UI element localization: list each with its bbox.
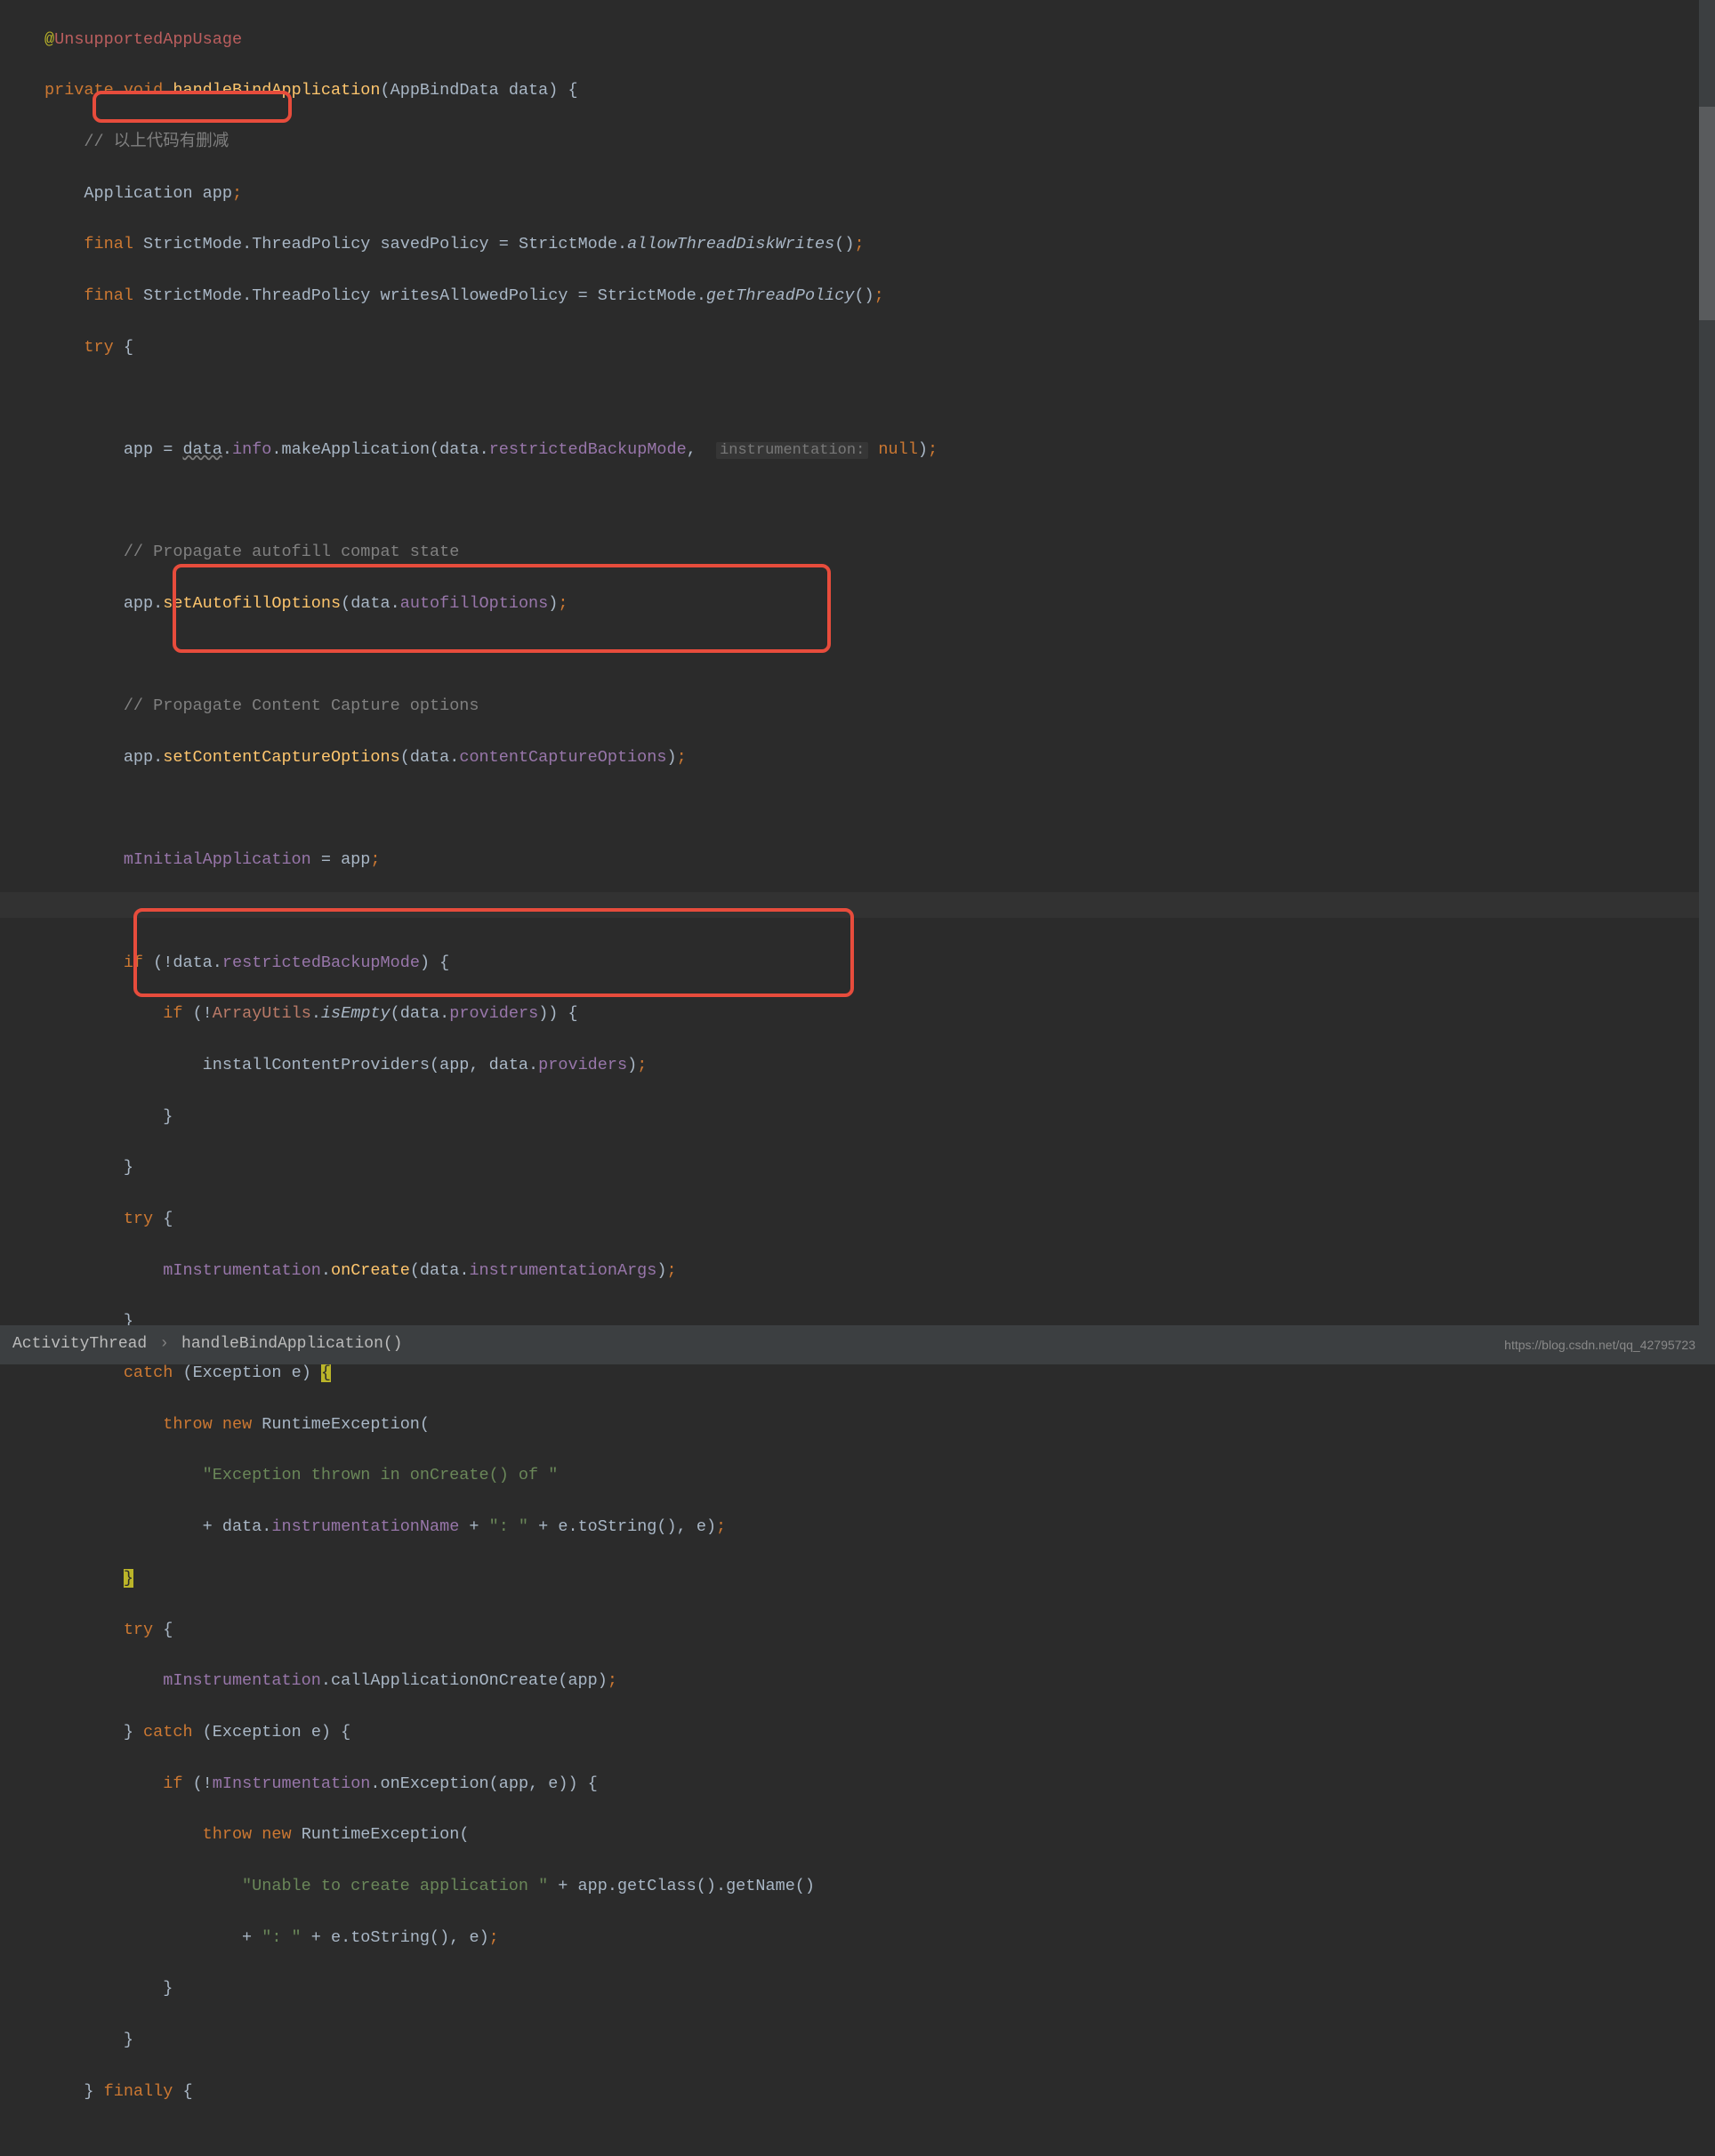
code-line <box>44 643 1715 669</box>
code-line: } catch (Exception e) { <box>44 1720 1715 1746</box>
code-line: try { <box>44 1618 1715 1644</box>
code-line: + ": " + e.toString(), e); <box>44 1926 1715 1951</box>
code-area[interactable]: @UnsupportedAppUsage private void handle… <box>9 0 1715 2156</box>
code-line: "Unable to create application " + app.ge… <box>44 1874 1715 1900</box>
code-line: // 以上代码有删减 <box>44 130 1715 156</box>
breadcrumb-separator: › <box>159 1332 169 1357</box>
code-line: app = data.info.makeApplication(data.res… <box>44 438 1715 463</box>
code-line: Application app; <box>44 181 1715 207</box>
code-line: // Propagate autofill compat state <box>44 540 1715 566</box>
annotation-name: UnsupportedAppUsage <box>54 30 242 49</box>
breadcrumb-file[interactable]: ActivityThread <box>12 1332 147 1357</box>
code-line <box>44 797 1715 823</box>
code-line: try { <box>44 335 1715 361</box>
code-line: } <box>44 2028 1715 2054</box>
code-line: + data.instrumentationName + ": " + e.to… <box>44 1515 1715 1541</box>
code-line: app.setAutofillOptions(data.autofillOpti… <box>44 591 1715 617</box>
code-line: @UnsupportedAppUsage <box>44 28 1715 53</box>
code-line: try { <box>44 1207 1715 1233</box>
vertical-scrollbar[interactable] <box>1699 0 1715 1325</box>
code-line: } <box>44 1105 1715 1130</box>
code-line <box>44 386 1715 412</box>
vertical-scrollbar-thumb[interactable] <box>1699 107 1715 320</box>
code-line: } <box>44 1155 1715 1181</box>
code-editor[interactable]: @UnsupportedAppUsage private void handle… <box>0 0 1715 2156</box>
code-line: final StrictMode.ThreadPolicy writesAllo… <box>44 284 1715 310</box>
breadcrumb[interactable]: ActivityThread › handleBindApplication()… <box>0 1325 1715 1364</box>
param-hint: instrumentation: <box>716 442 868 459</box>
code-line: if (!ArrayUtils.isEmpty(data.providers))… <box>44 1002 1715 1027</box>
code-line: private void handleBindApplication(AppBi… <box>44 78 1715 104</box>
code-line <box>44 899 1715 925</box>
code-line: mInstrumentation.callApplicationOnCreate… <box>44 1669 1715 1694</box>
code-line: throw new RuntimeException( <box>44 1822 1715 1848</box>
code-line: catch (Exception e) { <box>44 1361 1715 1387</box>
code-line: installContentProviders(app, data.provid… <box>44 1053 1715 1079</box>
code-line: } <box>44 1976 1715 2002</box>
code-line: "Exception thrown in onCreate() of " <box>44 1463 1715 1489</box>
code-line: } <box>44 1566 1715 1592</box>
code-line: throw new RuntimeException( <box>44 1412 1715 1438</box>
breadcrumb-method[interactable]: handleBindApplication() <box>181 1332 402 1357</box>
code-line: mInstrumentation.onCreate(data.instrumen… <box>44 1259 1715 1284</box>
annotation-at: @ <box>44 30 54 49</box>
code-line: } finally { <box>44 2080 1715 2105</box>
code-line: if (!data.restrictedBackupMode) { <box>44 951 1715 977</box>
code-line: app.setContentCaptureOptions(data.conten… <box>44 745 1715 771</box>
code-line: // Propagate Content Capture options <box>44 694 1715 720</box>
code-line: mInitialApplication = app; <box>44 848 1715 873</box>
watermark: https://blog.csdn.net/qq_42795723 <box>1504 1336 1695 1356</box>
code-line: final StrictMode.ThreadPolicy savedPolic… <box>44 232 1715 258</box>
code-line <box>44 489 1715 515</box>
code-line: if (!mInstrumentation.onException(app, e… <box>44 1772 1715 1798</box>
